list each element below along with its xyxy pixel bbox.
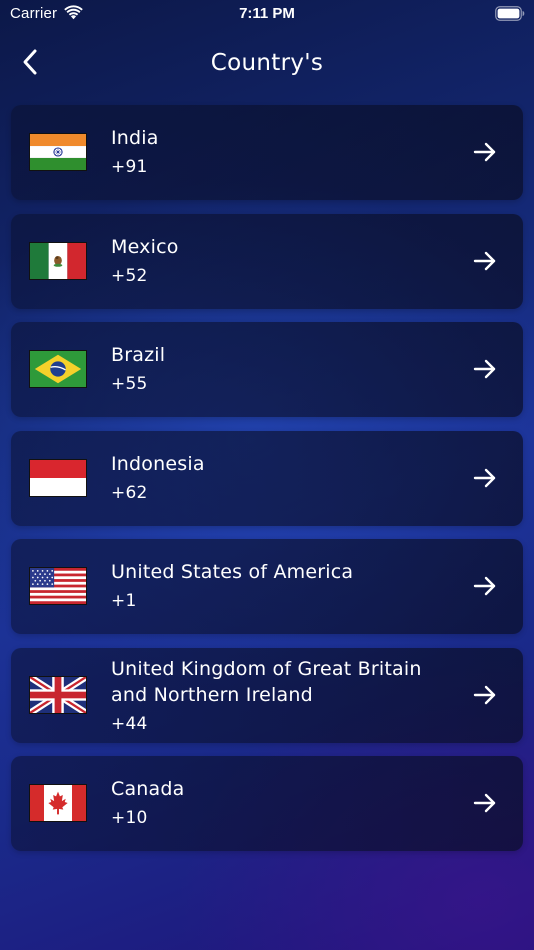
country-name: Brazil	[111, 344, 166, 366]
country-row-canada[interactable]: Canada +10	[11, 756, 523, 851]
country-row-united-states[interactable]: United States of America +1	[11, 539, 523, 634]
indonesia-flag-icon	[29, 458, 87, 497]
country-row-mexico[interactable]: Mexico +52	[11, 213, 523, 309]
arrow-right-icon	[473, 359, 496, 379]
country-name: United States of America	[111, 561, 354, 583]
arrow-right-icon	[473, 793, 496, 813]
status-time: 7:11 PM	[239, 5, 295, 22]
page-title: Country's	[210, 50, 324, 76]
usa-flag-icon	[29, 567, 87, 605]
brazil-flag-icon	[29, 350, 87, 388]
dial-code: +52	[111, 265, 148, 286]
dial-code: +10	[111, 808, 148, 828]
country-name: Mexico	[111, 235, 179, 258]
country-name: Indonesia	[111, 452, 205, 475]
mexico-flag-icon	[29, 241, 87, 280]
dial-code: +62	[111, 482, 148, 503]
india-flag-icon	[29, 133, 87, 171]
arrow-right-icon	[473, 576, 496, 596]
canada-flag-icon	[29, 784, 87, 822]
country-row-brazil[interactable]: Brazil +55	[11, 322, 523, 417]
dial-code: +44	[111, 713, 148, 734]
dial-code: +55	[111, 374, 148, 394]
country-row-united-kingdom[interactable]: United Kingdom of Great Britain and Nort…	[11, 647, 523, 743]
country-list: India +91 Mexico +52 Brazil +55 Indonesi…	[11, 105, 523, 865]
nav-bar: Country's	[0, 40, 534, 86]
country-name: India	[111, 127, 159, 149]
dial-code: +91	[111, 157, 148, 177]
arrow-right-icon	[473, 142, 496, 162]
arrow-right-icon	[473, 468, 496, 487]
arrow-right-icon	[473, 685, 496, 704]
country-name: United Kingdom of Great Britain and Nort…	[111, 657, 422, 706]
dial-code: +1	[111, 591, 137, 611]
country-name: Canada	[111, 778, 185, 800]
status-bar: Carrier 7:11 PM	[0, 0, 534, 28]
uk-flag-icon	[29, 675, 87, 714]
arrow-right-icon	[473, 251, 496, 270]
country-row-indonesia[interactable]: Indonesia +62	[11, 430, 523, 526]
battery-icon	[495, 6, 525, 21]
country-row-india[interactable]: India +91	[11, 105, 523, 200]
